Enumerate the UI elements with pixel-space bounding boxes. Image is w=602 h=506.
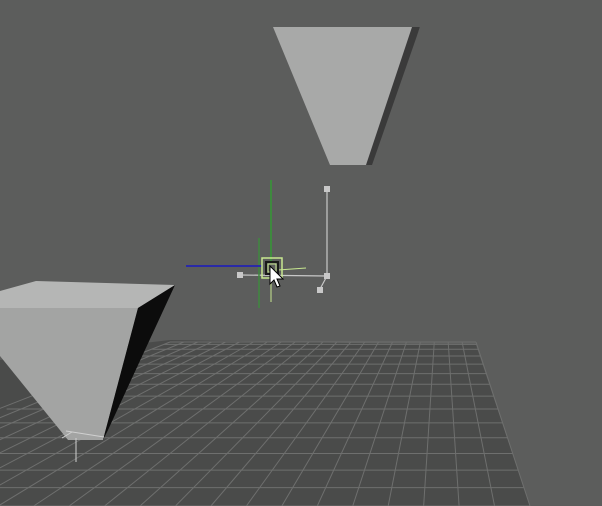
rotate-handle-right[interactable] — [324, 273, 330, 279]
rotate-handle-bottom[interactable] — [317, 287, 323, 293]
upper-truncated-pyramid-mesh[interactable] — [273, 27, 420, 165]
rotate-handle-left[interactable] — [237, 272, 243, 278]
3d-viewport[interactable] — [0, 0, 602, 506]
rotate-handle-top[interactable] — [324, 186, 330, 192]
move-manipulator[interactable] — [186, 180, 330, 308]
viewport-canvas[interactable] — [0, 0, 602, 506]
